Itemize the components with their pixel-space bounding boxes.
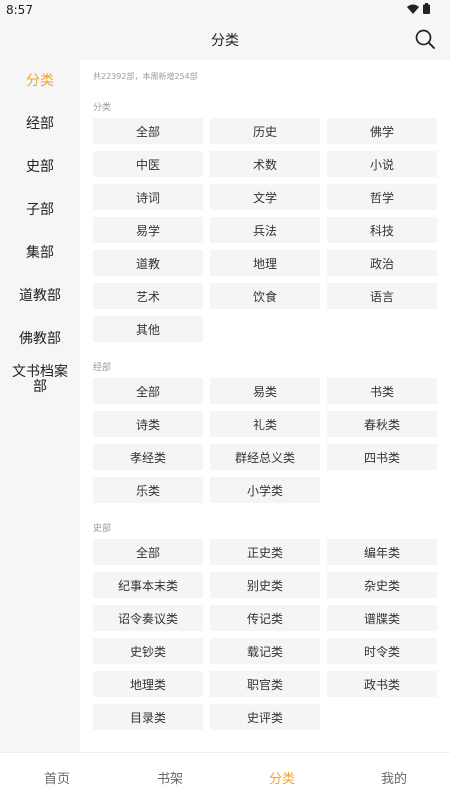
sidebar-item[interactable]: 文书档案部 [0,361,80,419]
section-label: 经部 [93,363,112,373]
category-chip[interactable]: 正史类 [210,539,320,565]
category-chip[interactable]: 中医 [93,151,203,177]
sidebar-item-label: 经部 [26,116,54,132]
category-chip[interactable]: 载记类 [210,638,320,664]
nav-tab[interactable]: 书架 [140,768,200,787]
category-chip[interactable]: 乐类 [93,477,203,503]
category-chip[interactable]: 饮食 [210,283,320,309]
header: 分类 [0,22,450,58]
category-chip[interactable]: 全部 [93,539,203,565]
sidebar-item[interactable]: 子部 [0,189,80,232]
nav-tab[interactable]: 首页 [27,768,87,787]
sidebar-item-label: 史部 [26,159,54,175]
category-chip[interactable]: 科技 [327,217,437,243]
category-chip[interactable]: 纪事本末类 [93,572,203,598]
sidebar-item[interactable]: 分类 [0,60,80,103]
page-title: 分类 [211,33,239,49]
category-chip[interactable]: 政书类 [327,671,437,697]
category-chip[interactable]: 谱牒类 [327,605,437,631]
sidebar-item[interactable]: 道教部 [0,275,80,318]
category-chip[interactable]: 杂史类 [327,572,437,598]
category-chip[interactable]: 政治 [327,250,437,276]
sidebar: 分类经部史部子部集部道教部佛教部文书档案部 [0,60,80,419]
sidebar-item[interactable]: 经部 [0,103,80,146]
category-chip[interactable]: 诗类 [93,411,203,437]
nav-tab[interactable]: 分类 [252,768,312,787]
category-chip[interactable]: 佛学 [327,118,437,144]
category-chip[interactable]: 文学 [210,184,320,210]
search-icon[interactable] [414,28,436,50]
category-chip[interactable]: 小说 [327,151,437,177]
category-chip[interactable]: 群经总义类 [210,444,320,470]
category-chip[interactable]: 地理 [210,250,320,276]
category-chip[interactable]: 小学类 [210,477,320,503]
status-bar: 8:57 [0,0,450,22]
category-chip[interactable]: 诗词 [93,184,203,210]
category-chip[interactable]: 哲学 [327,184,437,210]
sidebar-item-label: 子部 [26,202,54,218]
category-chip[interactable]: 时令类 [327,638,437,664]
category-chip[interactable]: 术数 [210,151,320,177]
category-chip[interactable]: 别史类 [210,572,320,598]
category-chip[interactable]: 语言 [327,283,437,309]
sidebar-item-label: 佛教部 [19,331,61,347]
bottom-nav: 首页 书架 分类 我的 [0,752,450,800]
section-label: 分类 [93,103,112,113]
sidebar-item[interactable]: 集部 [0,232,80,275]
category-chip[interactable]: 全部 [93,118,203,144]
category-chip[interactable]: 孝经类 [93,444,203,470]
category-chip[interactable]: 春秋类 [327,411,437,437]
category-chip[interactable]: 编年类 [327,539,437,565]
category-chip[interactable]: 道教 [93,250,203,276]
category-chip[interactable]: 史评类 [210,704,320,730]
category-chip[interactable]: 书类 [327,378,437,404]
sidebar-item-label: 集部 [26,245,54,261]
nav-tab[interactable]: 我的 [364,768,424,787]
summary-text: 共22392部，本周新增254部 [93,72,198,81]
sidebar-item[interactable]: 史部 [0,146,80,189]
category-chip[interactable]: 职官类 [210,671,320,697]
category-chip[interactable]: 史钞类 [93,638,203,664]
status-time: 8:57 [6,3,33,17]
category-chip[interactable]: 诏令奏议类 [93,605,203,631]
sidebar-item-label: 道教部 [19,288,61,304]
sidebar-item-label: 分类 [26,73,54,89]
category-chip[interactable]: 历史 [210,118,320,144]
category-chip[interactable]: 四书类 [327,444,437,470]
category-chip[interactable]: 艺术 [93,283,203,309]
category-chip[interactable]: 礼类 [210,411,320,437]
section-label: 史部 [93,524,112,534]
status-icons [407,3,430,14]
category-chip[interactable]: 易学 [93,217,203,243]
category-chip[interactable]: 全部 [93,378,203,404]
wifi-icon [407,4,419,14]
battery-icon [423,3,430,14]
category-chip[interactable]: 兵法 [210,217,320,243]
sidebar-item-label: 文书档案部 [12,364,68,395]
sidebar-item[interactable]: 佛教部 [0,318,80,361]
category-chip[interactable]: 传记类 [210,605,320,631]
category-chip[interactable]: 目录类 [93,704,203,730]
category-content: 共22392部，本周新增254部 分类 全部 历史 佛学 中医 术数 小说 诗词 文学 哲学 易学兵… [80,60,450,752]
category-chip[interactable]: 其他 [93,316,203,342]
category-chip[interactable]: 地理类 [93,671,203,697]
category-chip[interactable]: 易类 [210,378,320,404]
